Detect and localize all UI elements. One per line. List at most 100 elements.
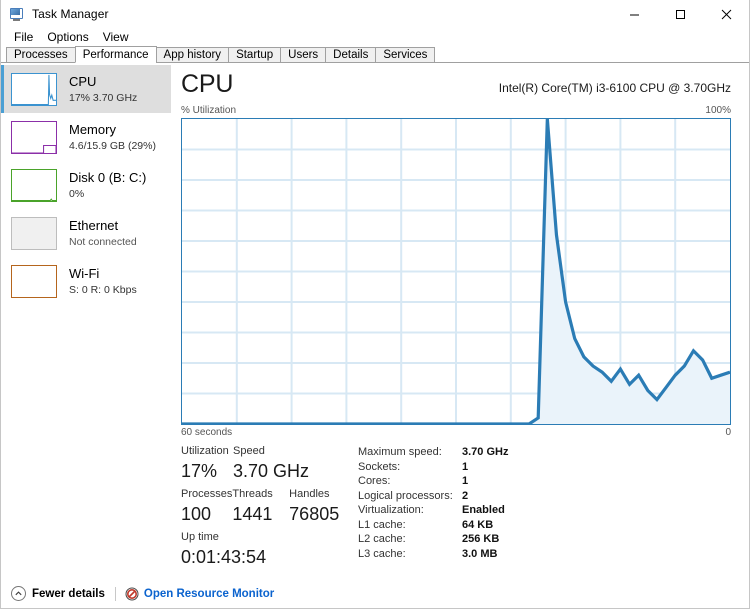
cpu-stats-left: Utilization 17% Speed 3.70 GHz Processes…: [181, 444, 346, 573]
cpu-panel-header: CPU Intel(R) Core(TM) i3-6100 CPU @ 3.70…: [181, 69, 731, 99]
tab-services[interactable]: Services: [375, 47, 436, 63]
minimize-button[interactable]: [611, 0, 657, 28]
tab-startup[interactable]: Startup: [228, 47, 282, 63]
sidebar-item-disk-sub: 0%: [69, 187, 85, 200]
graph-top-axis: % Utilization 100%: [181, 105, 731, 116]
cpu-model-name: Intel(R) Core(TM) i3-6100 CPU @ 3.70GHz: [498, 81, 731, 95]
tab-strip: Processes Performance App history Startu…: [1, 46, 749, 63]
cpu-stats: Utilization 17% Speed 3.70 GHz Processes…: [181, 444, 731, 573]
spec-key-virtualization: Virtualization:: [358, 504, 424, 516]
spec-key-l3-cache: L3 cache:: [358, 547, 406, 560]
menu-item-options[interactable]: Options: [40, 29, 95, 46]
stat-processes-value: 100: [181, 504, 212, 524]
stat-group-processes-threads-handles: Processes 100 Threads 1441 Handles 76805: [181, 487, 346, 526]
menu-bar: File Options View: [1, 28, 749, 47]
window-title: Task Manager: [32, 7, 109, 21]
stat-group-utilization-speed: Utilization 17% Speed 3.70 GHz: [181, 444, 346, 483]
cpu-chart-svg: [182, 119, 730, 424]
y-axis-max-label: 100%: [705, 105, 731, 116]
tab-performance[interactable]: Performance: [74, 46, 157, 63]
spec-value-cores: 1: [462, 475, 469, 487]
spec-row-l1-cache: L1 cache: 64 KB: [358, 518, 731, 533]
spec-key-cores: Cores:: [358, 475, 391, 487]
tab-users[interactable]: Users: [280, 47, 327, 63]
status-bar: Fewer details Open Resource Monitor: [1, 579, 749, 608]
page-title: CPU: [181, 70, 234, 98]
spec-row-l2-cache: L2 cache: 256 KB: [358, 532, 731, 547]
stat-threads-label: Threads: [232, 488, 273, 500]
sidebar-item-disk[interactable]: Disk 0 (B: C:) 0%: [1, 161, 171, 209]
menu-item-view[interactable]: View: [96, 29, 136, 46]
stat-utilization-value: 17%: [181, 461, 218, 481]
spec-value-virtualization: Enabled: [462, 504, 505, 516]
tab-processes[interactable]: Processes: [6, 47, 76, 63]
chevron-up-icon[interactable]: [11, 586, 26, 601]
task-manager-icon: [9, 6, 25, 22]
disk-thumbnail-icon: [11, 168, 57, 202]
sidebar-item-wifi[interactable]: Wi-Fi S: 0 R: 0 Kbps: [1, 257, 171, 305]
fewer-details-button[interactable]: Fewer details: [32, 588, 105, 600]
stat-handles-label: Handles: [289, 488, 330, 500]
sidebar-item-cpu-text: CPU 17% 3.70 GHz: [69, 74, 137, 105]
sidebar-item-memory[interactable]: Memory 4.6/15.9 GB (29%): [1, 113, 171, 161]
sidebar-item-disk-title: Disk 0 (B: C:): [69, 169, 147, 185]
spec-key-logical-processors: Logical processors:: [358, 489, 453, 502]
stat-speed: Speed 3.70 GHz: [233, 444, 309, 483]
sidebar-item-disk-text: Disk 0 (B: C:) 0%: [69, 170, 146, 201]
tab-details[interactable]: Details: [325, 47, 377, 63]
stat-uptime-label: Up time: [181, 531, 219, 543]
stat-group-uptime: Up time 0:01:43:54: [181, 530, 346, 569]
menu-item-file[interactable]: File: [7, 29, 40, 46]
stat-threads-value: 1441: [232, 504, 273, 524]
maximize-button[interactable]: [657, 0, 703, 28]
spec-value-l1-cache: 64 KB: [462, 518, 494, 531]
stat-processes: Processes 100: [181, 487, 232, 526]
sidebar-item-memory-sub: 4.6/15.9 GB (29%): [69, 139, 156, 152]
spec-value-maximum-speed: 3.70 GHz: [462, 446, 509, 458]
resource-monitor-icon: [125, 587, 139, 601]
sidebar-item-ethernet[interactable]: Ethernet Not connected: [1, 209, 171, 257]
sidebar-item-memory-title: Memory: [69, 121, 116, 137]
spec-row-l3-cache: L3 cache: 3.0 MB: [358, 547, 731, 562]
sidebar-item-ethernet-title: Ethernet: [69, 217, 119, 233]
sidebar-item-cpu-title: CPU: [69, 73, 97, 89]
spec-key-sockets: Sockets:: [358, 460, 401, 473]
cpu-spec-list: Maximum speed: 3.70 GHz Sockets: 1 Cores…: [346, 444, 731, 573]
spec-value-l3-cache: 3.0 MB: [462, 547, 498, 560]
stat-uptime-value: 0:01:43:54: [181, 547, 267, 567]
spec-row-maximum-speed: Maximum speed: 3.70 GHz: [358, 445, 731, 460]
spec-row-logical-processors: Logical processors: 2: [358, 489, 731, 504]
stat-handles-value: 76805: [289, 504, 340, 524]
sidebar-item-wifi-sub: S: 0 R: 0 Kbps: [69, 283, 137, 296]
stat-speed-label: Speed: [233, 445, 265, 457]
close-button[interactable]: [703, 0, 749, 28]
sidebar-item-cpu[interactable]: CPU 17% 3.70 GHz: [1, 65, 171, 113]
cpu-detail-panel: CPU Intel(R) Core(TM) i3-6100 CPU @ 3.70…: [171, 63, 749, 579]
spec-value-sockets: 1: [462, 460, 469, 473]
sidebar-item-wifi-title: Wi-Fi: [69, 265, 100, 281]
memory-thumbnail-icon: [11, 120, 57, 154]
y-axis-label: % Utilization: [181, 105, 237, 116]
performance-sidebar: CPU 17% 3.70 GHz Memory 4.6/15.9 GB (29%…: [1, 63, 171, 579]
open-resource-monitor-link[interactable]: Open Resource Monitor: [144, 588, 274, 600]
stat-utilization-label: Utilization: [181, 445, 229, 457]
x-axis-end-label: 0: [725, 427, 731, 438]
cpu-utilization-graph[interactable]: [181, 118, 731, 425]
content-area: CPU 17% 3.70 GHz Memory 4.6/15.9 GB (29%…: [1, 63, 749, 579]
spec-key-l1-cache: L1 cache:: [358, 518, 406, 531]
stat-handles: Handles 76805: [289, 487, 346, 526]
spec-key-l2-cache: L2 cache:: [358, 533, 406, 545]
sidebar-item-memory-text: Memory 4.6/15.9 GB (29%): [69, 122, 156, 153]
spec-key-maximum-speed: Maximum speed:: [358, 446, 442, 458]
cpu-thumbnail-icon: [11, 72, 57, 106]
wifi-thumbnail-icon: [11, 264, 57, 298]
stat-processes-label: Processes: [181, 488, 233, 500]
x-axis-label: 60 seconds: [181, 427, 233, 438]
sidebar-item-ethernet-text: Ethernet Not connected: [69, 218, 137, 249]
tab-app-history[interactable]: App history: [155, 47, 230, 63]
sidebar-item-ethernet-sub: Not connected: [69, 235, 137, 248]
spec-row-virtualization: Virtualization: Enabled: [358, 503, 731, 518]
graph-bottom-axis: 60 seconds 0: [181, 427, 731, 438]
stat-utilization: Utilization 17%: [181, 444, 233, 483]
title-bar: Task Manager: [1, 0, 749, 28]
